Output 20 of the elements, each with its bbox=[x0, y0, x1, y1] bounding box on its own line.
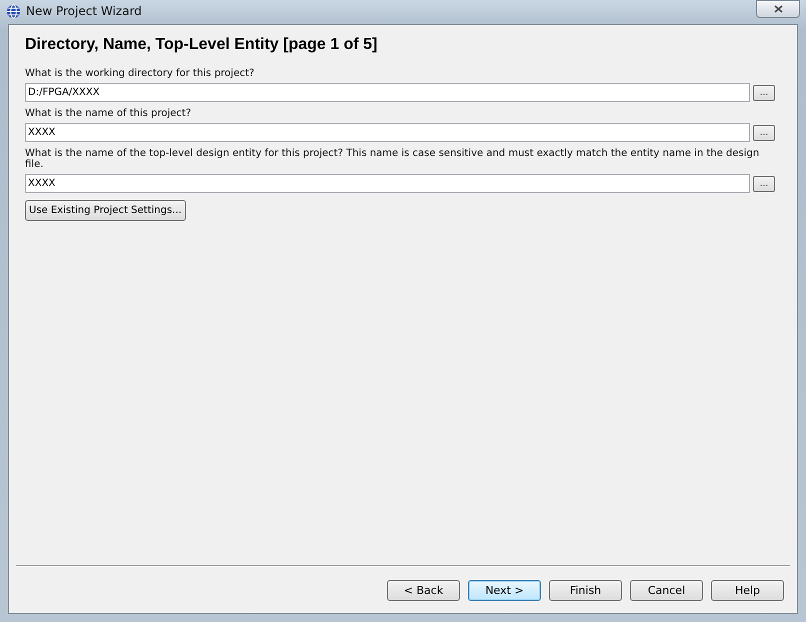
window-title: New Project Wizard bbox=[26, 4, 143, 18]
input-field[interactable]: XXXX bbox=[25, 174, 750, 193]
close-icon bbox=[774, 5, 782, 13]
field-label: What is the name of the top-level design entity for this project? This name is case sensitive and must exactly match the entity name in the design file. bbox=[25, 148, 760, 170]
field-label: What is the name of this project? bbox=[25, 108, 192, 119]
input-field[interactable]: D:/FPGA/XXXX bbox=[25, 83, 750, 102]
field-label: What is the working directory for this project? bbox=[25, 68, 256, 79]
wizard-button[interactable]: Finish bbox=[549, 580, 622, 601]
page-heading: Directory, Name, Top-Level Entity [page 1 of 5] bbox=[25, 36, 378, 54]
wizard-button[interactable]: < Back bbox=[387, 580, 460, 601]
close-button[interactable] bbox=[756, 0, 800, 18]
browse-button[interactable]: ... bbox=[753, 176, 775, 192]
globe-icon bbox=[6, 4, 21, 18]
browse-button[interactable]: ... bbox=[753, 84, 775, 100]
input-field[interactable]: XXXX bbox=[25, 123, 750, 142]
wizard-button[interactable]: Next > bbox=[468, 580, 541, 601]
wizard-button[interactable]: Cancel bbox=[630, 580, 703, 601]
browse-button[interactable]: ... bbox=[753, 124, 775, 140]
use-existing-settings-button[interactable]: Use Existing Project Settings... bbox=[25, 200, 186, 221]
wizard-button[interactable]: Help bbox=[711, 580, 784, 601]
